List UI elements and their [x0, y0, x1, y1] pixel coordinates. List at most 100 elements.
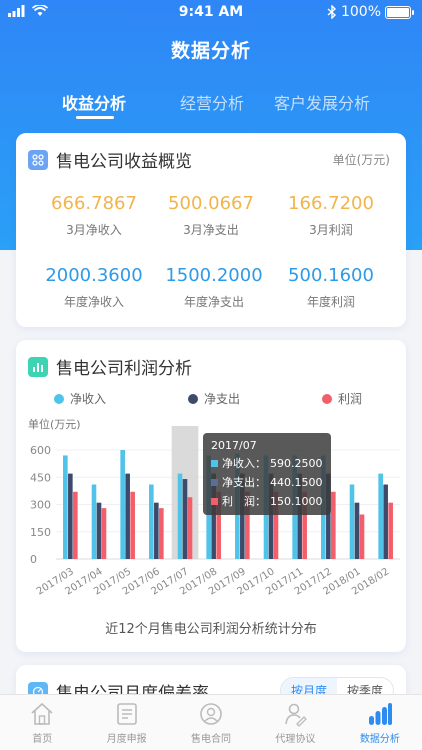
legend-label: 净收入 [70, 392, 107, 406]
battery-icon [385, 5, 411, 19]
tooltip-swatch [211, 459, 218, 467]
tooltip-value: 590.2500 [270, 456, 323, 470]
metric-year-profit: 500.1600 年度利润 [266, 265, 396, 310]
chart-caption: 近12个月售电公司利润分析统计分布 [105, 622, 317, 637]
bar-利润-2017/04 [101, 508, 107, 559]
legend-label: 利润 [338, 392, 363, 406]
tabbar-label: 数据分析 [359, 734, 400, 745]
legend-net-expense[interactable]: 净支出 [188, 390, 240, 407]
tooltip-row-expense: 净支出： 440.1500 [211, 474, 323, 490]
bar-净收入-2017/07 [177, 473, 183, 559]
bar-利润-2017/03 [73, 491, 78, 559]
tabbar-item-report[interactable]: 月度申报 [84, 695, 168, 750]
status-bar: 9:41 AM 100% [0, 0, 422, 26]
card-title: 售电公司利润分析 [56, 359, 192, 379]
tab-revenue-analysis[interactable]: 收益分析 [62, 90, 126, 114]
tooltip-swatch [211, 497, 218, 505]
agreement-icon [285, 703, 308, 727]
bar-净支出-2018/01 [354, 502, 360, 559]
tab-customer-analysis[interactable]: 客户发展分析 [274, 90, 370, 114]
battery-area: 100% [327, 4, 414, 20]
metric-label: 年度净收入 [63, 295, 124, 309]
legend-net-income[interactable]: 净收入 [54, 390, 106, 407]
tooltip-label: 净支出： [222, 476, 266, 489]
bluetooth-icon [327, 5, 336, 19]
y-tick-label: 300 [30, 499, 51, 512]
chart-tooltip: 2017/07 净收入： 590.2500 净支出： 440.1500 利 润：… [203, 433, 331, 515]
metric-value: 500.1600 [288, 265, 374, 286]
card-header: 售电公司利润分析 [28, 354, 192, 379]
unit-label: 单位(万元) [332, 153, 390, 167]
segment-tabs: 收益分析 经营分析 客户发展分析 [0, 90, 422, 120]
tooltip-row-profit: 利 润： 150.1000 [211, 493, 323, 509]
chart-legend: 净收入 净支出 利润 [16, 390, 406, 406]
bar-利润-2018/01 [359, 514, 365, 559]
tabbar-item-home[interactable]: 首页 [0, 695, 84, 750]
bar-净支出-2017/03 [68, 473, 73, 559]
bar-利润-2017/05 [130, 491, 135, 559]
battery-cap [412, 9, 414, 15]
bar-净收入-2018/02 [378, 473, 383, 559]
y-tick-label: 600 [30, 444, 51, 457]
metric-year-income: 2000.3600 年度净收入 [29, 265, 159, 310]
tabbar-label: 月度申报 [106, 734, 147, 745]
metric-value: 2000.3600 [45, 265, 143, 286]
tooltip-label: 净收入： [222, 457, 266, 470]
bar-净支出-2017/06 [154, 502, 159, 559]
analytics-icon [368, 703, 392, 725]
metric-label: 3月净支出 [183, 223, 239, 237]
tabbar-label: 售电合同 [191, 734, 232, 745]
y-axis-label: 单位(万元) [28, 417, 81, 431]
profit-analysis-card: 售电公司利润分析 净收入 净支出 利润 单位(万元) 0 150 300 450 600 2… [16, 340, 406, 652]
tabbar-item-contract[interactable]: 售电合同 [169, 695, 253, 750]
legend-swatch [322, 393, 332, 404]
metric-year-expense: 1500.2000 年度净支出 [149, 265, 279, 310]
tooltip-value: 150.1000 [270, 494, 323, 508]
legend-profit[interactable]: 利润 [322, 390, 362, 407]
revenue-overview-card: 售电公司收益概览 单位(万元) 666.7867 3月净收入 500.0667 … [16, 133, 406, 327]
metric-value: 1500.2000 [165, 265, 263, 286]
report-icon [116, 703, 137, 725]
bar-净收入-2018/01 [349, 484, 355, 559]
tab-underline [76, 116, 114, 119]
metric-march-income: 666.7867 3月净收入 [29, 193, 159, 238]
metric-value: 166.7200 [288, 193, 374, 214]
tooltip-swatch [211, 478, 218, 486]
metric-label: 年度利润 [306, 295, 355, 309]
bar-净支出-2017/07 [182, 479, 188, 559]
bar-净收入-2017/06 [149, 484, 154, 559]
y-tick-label: 0 [30, 553, 37, 566]
page-title: 数据分析 [170, 40, 251, 62]
tab-operation-analysis[interactable]: 经营分析 [180, 90, 244, 114]
tabbar-item-agreement[interactable]: 代理协议 [253, 695, 337, 750]
bottom-tab-bar: 首页 月度申报 售电合同 代理协议 数据分析 [0, 694, 422, 750]
tooltip-row-income: 净收入： 590.2500 [211, 455, 323, 471]
bar-chart-icon [28, 356, 48, 377]
contract-icon [200, 703, 222, 725]
metric-march-expense: 500.0667 3月净支出 [146, 193, 276, 238]
bar-净支出-2017/05 [125, 473, 130, 559]
metric-march-profit: 166.7200 3月利润 [266, 193, 396, 238]
tabbar-label: 代理协议 [275, 734, 316, 745]
metric-label: 3月利润 [309, 223, 353, 237]
metric-label: 3月净收入 [66, 223, 122, 237]
legend-swatch [54, 393, 64, 404]
legend-label: 净支出 [204, 392, 241, 406]
bar-利润-2017/06 [159, 508, 164, 559]
bar-利润-2017/07 [187, 497, 193, 559]
y-tick-label: 150 [30, 526, 51, 539]
tooltip-label: 利 润： [222, 495, 266, 508]
battery-percent: 100% [340, 4, 381, 20]
tabbar-item-analytics[interactable]: 数据分析 [338, 695, 422, 750]
y-tick-label: 450 [30, 471, 51, 484]
tooltip-title: 2017/07 [211, 439, 257, 452]
metric-value: 666.7867 [51, 193, 137, 214]
bar-利润-2018/02 [388, 502, 393, 559]
card-header: 售电公司收益概览 [28, 147, 192, 172]
grid-icon [28, 149, 48, 170]
tabbar-label: 首页 [32, 734, 53, 745]
card-title: 售电公司收益概览 [56, 152, 192, 172]
bar-净支出-2018/02 [383, 484, 388, 559]
home-icon [31, 702, 53, 725]
tooltip-value: 440.1500 [270, 475, 323, 489]
